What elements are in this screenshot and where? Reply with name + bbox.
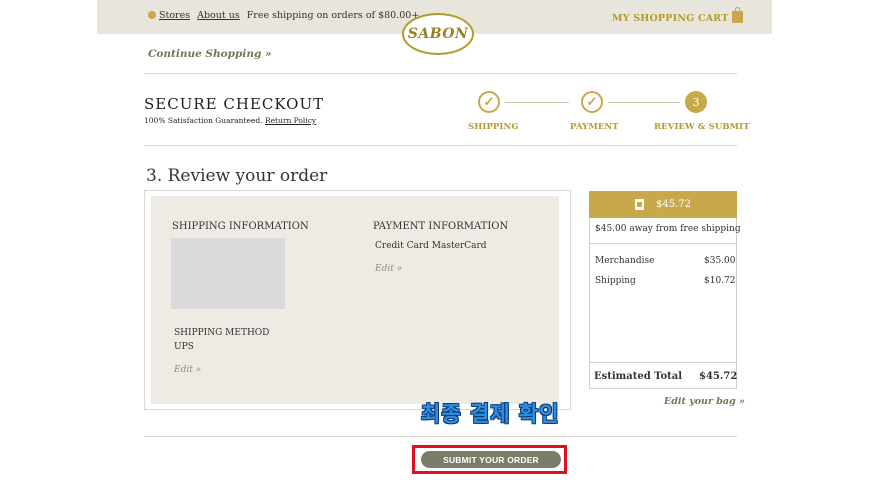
estimated-total-label: Estimated Total xyxy=(594,371,683,382)
shipping-label: Shipping xyxy=(595,276,636,286)
shipping-promo: Free shipping on orders of $80.00+ xyxy=(246,10,420,21)
stores-link[interactable]: Stores xyxy=(159,10,190,21)
about-us-link[interactable]: About us xyxy=(197,10,240,21)
page-title: SECURE CHECKOUT xyxy=(144,95,325,113)
divider xyxy=(144,73,737,74)
continue-shopping-link[interactable]: Continue Shopping » xyxy=(148,48,272,60)
step-label-payment: PAYMENT xyxy=(570,122,619,132)
order-summary xyxy=(589,191,737,389)
divider xyxy=(589,362,737,363)
annotation-caption: 최종 결제 확인 xyxy=(421,402,560,426)
sabon-logo[interactable]: SABON xyxy=(402,13,474,55)
shipping-method-value: UPS xyxy=(174,342,194,352)
free-shipping-message: $45.00 away from free shipping xyxy=(595,224,741,234)
guarantee-label: 100% Satisfaction Guaranteed. xyxy=(144,116,263,125)
estimated-total-value: $45.72 xyxy=(699,371,738,382)
payment-method-value: Credit Card MasterCard xyxy=(375,241,487,251)
return-policy-link[interactable]: Return Policy xyxy=(265,116,316,125)
logo-text: SABON xyxy=(407,26,469,42)
shopping-bag-icon xyxy=(732,7,744,23)
guarantee-text: 100% Satisfaction Guaranteed. Return Pol… xyxy=(144,116,316,125)
step-connector xyxy=(608,102,680,103)
merchandise-label: Merchandise xyxy=(595,256,655,266)
edit-payment-link[interactable]: Edit » xyxy=(375,264,402,274)
shipping-address-redacted xyxy=(171,238,285,309)
divider xyxy=(144,436,737,437)
merchandise-value: $35.00 xyxy=(704,256,736,266)
step-shipping-check-icon: ✓ xyxy=(478,91,500,113)
shopping-cart-link[interactable]: MY SHOPPING CART xyxy=(612,7,744,24)
cart-label: MY SHOPPING CART xyxy=(612,13,729,24)
submit-order-button[interactable]: SUBMIT YOUR ORDER xyxy=(421,451,561,468)
divider xyxy=(589,243,737,244)
divider xyxy=(144,145,737,146)
globe-icon xyxy=(148,11,156,19)
shipping-method-heading: SHIPPING METHOD xyxy=(174,328,270,338)
summary-total-badge: $45.72 xyxy=(589,191,737,218)
step-connector xyxy=(505,102,569,103)
step-payment-check-icon: ✓ xyxy=(581,91,603,113)
badge-total: $45.72 xyxy=(656,199,691,210)
step-label-review: REVIEW & SUBMIT xyxy=(654,122,750,132)
edit-shipping-link[interactable]: Edit » xyxy=(174,365,201,375)
payment-info-heading: PAYMENT INFORMATION xyxy=(373,221,509,232)
shipping-info-heading: SHIPPING INFORMATION xyxy=(172,221,309,232)
edit-bag-link[interactable]: Edit your bag » xyxy=(664,396,745,407)
top-links: Stores About us Free shipping on orders of… xyxy=(148,10,419,21)
shipping-value: $10.72 xyxy=(704,276,736,286)
review-heading: 3. Review your order xyxy=(146,166,328,186)
step-label-shipping: SHIPPING xyxy=(468,122,519,132)
step-review-number: 3 xyxy=(685,91,707,113)
shopping-bag-icon xyxy=(635,199,644,210)
